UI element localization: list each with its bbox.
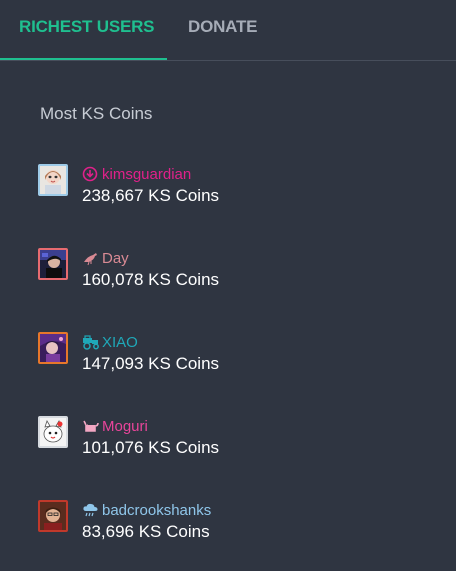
avatar[interactable] bbox=[38, 164, 68, 196]
user-name-link[interactable]: badcrookshanks bbox=[82, 500, 211, 520]
list-item: XIAO 147,093 KS Coins bbox=[0, 332, 456, 382]
user-name-link[interactable]: kimsguardian bbox=[82, 164, 191, 184]
coin-count: 238,667 KS Coins bbox=[82, 186, 220, 205]
rain-cloud-icon bbox=[82, 502, 100, 518]
avatar[interactable] bbox=[38, 332, 68, 364]
circle-down-arrow-icon bbox=[82, 166, 100, 182]
tab-donate[interactable]: DONATE bbox=[188, 17, 258, 37]
user-name-link[interactable]: Moguri bbox=[82, 416, 148, 436]
coin-count: 160,078 KS Coins bbox=[82, 270, 220, 289]
coin-count: 101,076 KS Coins bbox=[82, 438, 220, 457]
avatar[interactable] bbox=[38, 500, 68, 532]
user-name: XIAO bbox=[102, 333, 138, 351]
list-item: badcrookshanks 83,696 KS Coins bbox=[0, 500, 456, 550]
coin-count: 83,696 KS Coins bbox=[82, 522, 210, 541]
list-item: Moguri 101,076 KS Coins bbox=[0, 416, 456, 466]
user-name-link[interactable]: Day bbox=[82, 248, 129, 268]
user-name: badcrookshanks bbox=[102, 501, 212, 519]
tab-bar: RICHEST USERS DONATE bbox=[0, 0, 456, 61]
list-item: kimsguardian 238,667 KS Coins bbox=[0, 164, 456, 214]
bird-icon bbox=[82, 250, 100, 266]
section-title: Most KS Coins bbox=[40, 104, 153, 123]
avatar[interactable] bbox=[38, 248, 68, 280]
user-name: Moguri bbox=[102, 417, 148, 435]
user-name: kimsguardian bbox=[102, 165, 192, 183]
list-item: Day 160,078 KS Coins bbox=[0, 248, 456, 298]
cat-icon bbox=[82, 418, 100, 434]
tab-richest-users[interactable]: RICHEST USERS bbox=[19, 17, 155, 37]
user-name: Day bbox=[102, 249, 129, 267]
active-tab-indicator bbox=[0, 58, 167, 60]
coin-count: 147,093 KS Coins bbox=[82, 354, 220, 373]
tractor-icon bbox=[82, 334, 100, 350]
avatar[interactable] bbox=[38, 416, 68, 448]
user-name-link[interactable]: XIAO bbox=[82, 332, 138, 352]
